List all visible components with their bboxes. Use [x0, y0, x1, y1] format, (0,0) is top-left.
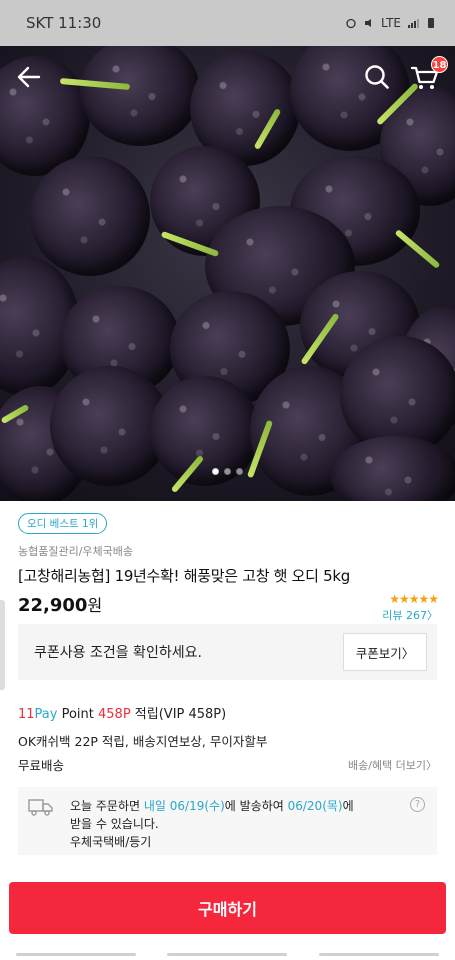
- back-button[interactable]: [12, 60, 46, 94]
- status-icons: LTE: [345, 16, 437, 30]
- delivery-line-2: 받을 수 있습니다.: [70, 817, 159, 831]
- point-amount: 458P: [98, 707, 131, 722]
- free-shipping-label: 무료배송: [18, 758, 65, 773]
- rating-block: ★★★★★ 리뷰 267〉: [382, 592, 439, 623]
- signal-icon: [408, 19, 419, 28]
- network-label: LTE: [381, 16, 401, 30]
- delivery-text: 에 발송하여: [224, 799, 288, 813]
- battery-icon: [428, 18, 434, 28]
- pay-point-line: 11Pay Point 458P 적립(VIP 458P): [18, 703, 226, 722]
- buy-button[interactable]: 구매하기: [9, 882, 446, 934]
- status-bar: SKT 11:30 LTE: [0, 0, 455, 46]
- point-suffix: 적립(VIP 458P): [130, 707, 227, 722]
- help-icon[interactable]: ?: [410, 797, 425, 812]
- delivery-method: 우체국택배/등기: [70, 835, 152, 849]
- product-info: 오디 베스트 1위 농협품질관리/우체국배송 [고창해리농협] 19년수확! 해…: [18, 512, 439, 623]
- pay-brand-11: 11: [18, 707, 35, 722]
- bottom-buy-bar: 구매하기: [0, 870, 455, 960]
- top-toolbar: 18: [0, 46, 455, 108]
- product-image[interactable]: [0, 46, 455, 501]
- shipping-row: 무료배송 배송/혜택 더보기〉: [18, 755, 437, 774]
- ship-date: 내일 06/19(수): [143, 799, 225, 813]
- back-arrow-icon: [17, 66, 41, 88]
- nav-indicator: [319, 953, 440, 956]
- cart-count-badge: 18: [431, 56, 448, 73]
- coupon-box: 쿠폰사용 조건을 확인하세요. 쿠폰보기〉: [18, 624, 437, 680]
- system-nav-bar: [0, 953, 455, 956]
- best-badge: 오디 베스트 1위: [18, 513, 108, 534]
- arrival-date: 06/20(목): [287, 799, 343, 813]
- gallery-pagination: [0, 468, 455, 475]
- page-dot[interactable]: [212, 468, 219, 475]
- point-label: Point: [57, 707, 99, 722]
- nav-indicator: [167, 953, 288, 956]
- search-icon: [365, 65, 389, 89]
- alarm-icon: [346, 18, 356, 29]
- shipping-benefits-more-link[interactable]: 배송/혜택 더보기〉: [348, 757, 437, 773]
- delivery-text: 에: [342, 799, 354, 813]
- review-link[interactable]: 리뷰 267〉: [382, 607, 438, 623]
- cart-button[interactable]: 18: [408, 56, 448, 94]
- price-unit: 원: [87, 596, 103, 615]
- price-value: 22,900: [18, 595, 88, 616]
- product-title: [고창해리농협] 19년수확! 해풍맞은 고창 햇 오디 5kg: [18, 567, 350, 585]
- delivery-text: 오늘 주문하면: [70, 799, 144, 813]
- pay-brand-pay: Pay: [34, 707, 58, 722]
- coupon-view-button[interactable]: 쿠폰보기〉: [343, 633, 427, 671]
- status-time: SKT 11:30: [26, 14, 102, 32]
- price-row: 22,900원 ★★★★★ 리뷰 267〉: [18, 592, 439, 623]
- side-edge-handle[interactable]: [0, 600, 5, 690]
- truck-icon: [28, 799, 53, 816]
- page-dot[interactable]: [236, 468, 243, 475]
- seller-info: 농협품질관리/우체국배송: [18, 545, 134, 558]
- delivery-line-1: 오늘 주문하면 내일 06/19(수)에 발송하여 06/20(목)에: [70, 797, 423, 815]
- delivery-estimate: 오늘 주문하면 내일 06/19(수)에 발송하여 06/20(목)에 받을 수…: [18, 787, 437, 855]
- mute-icon: [365, 19, 372, 27]
- coupon-text: 쿠폰사용 조건을 확인하세요.: [34, 645, 202, 661]
- okcashbag-line: OK캐쉬백 22P 적립, 배송지연보상, 무이자할부: [18, 734, 268, 749]
- product-price: 22,900원: [18, 592, 102, 616]
- search-button[interactable]: [360, 60, 394, 94]
- rating-stars: ★★★★★: [389, 592, 439, 606]
- page-dot[interactable]: [224, 468, 231, 475]
- nav-indicator: [15, 953, 136, 956]
